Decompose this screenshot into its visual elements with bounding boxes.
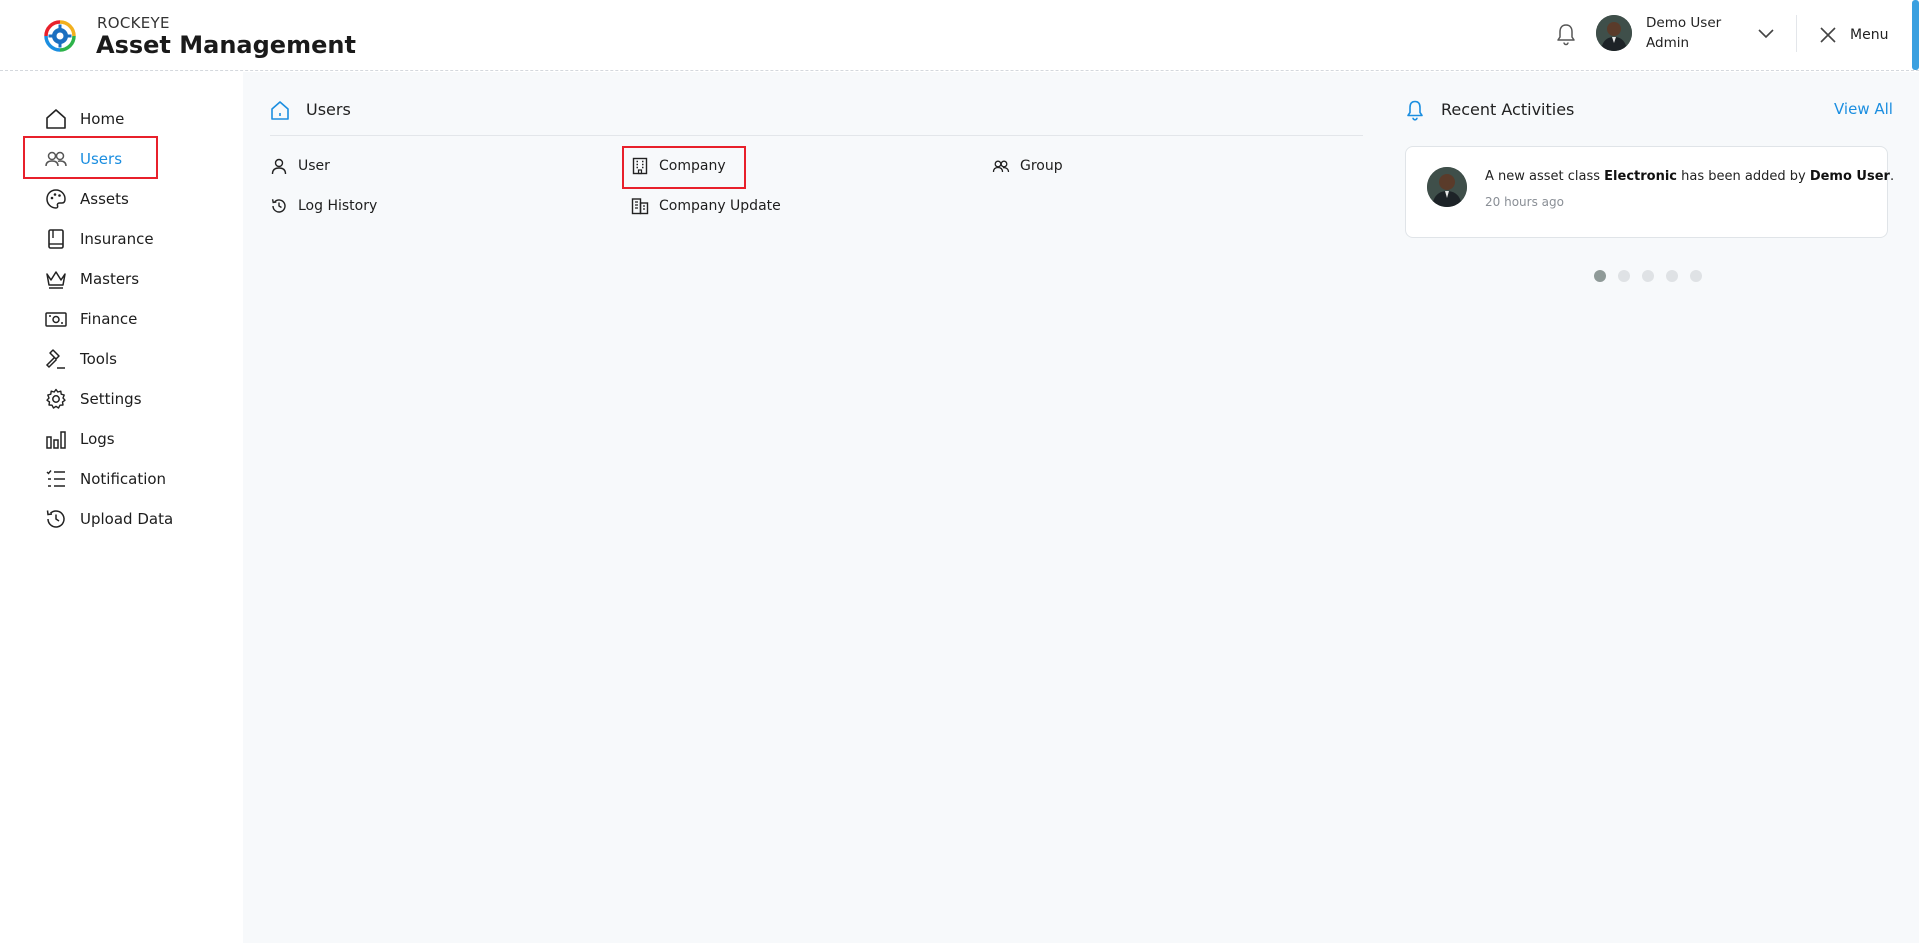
user-avatar[interactable] <box>1596 15 1632 51</box>
checklist-icon <box>46 470 65 487</box>
sidebar-item-upload-data[interactable]: Upload Data <box>44 504 244 534</box>
user-name: Demo User <box>1646 15 1722 31</box>
app-title: Asset Management <box>96 31 356 59</box>
sidebar-item-masters[interactable]: Masters <box>44 264 244 294</box>
sidebar-item-label: Masters <box>80 270 140 288</box>
sidebar-item-assets[interactable]: Assets <box>44 184 244 214</box>
menu-button[interactable]: Menu <box>1850 27 1888 43</box>
sidebar-item-tools[interactable]: Tools <box>44 344 244 374</box>
activity-card[interactable]: A new asset class Electronic has been ad… <box>1405 146 1894 238</box>
activity-avatar <box>1427 167 1467 207</box>
sidebar-item-label: Users <box>80 150 123 168</box>
activity-text: A new asset class Electronic has been ad… <box>1485 169 1895 184</box>
history-icon <box>46 510 65 528</box>
carousel-dot[interactable] <box>1690 270 1702 282</box>
carousel-dot[interactable] <box>1594 270 1606 282</box>
sidebar-item-notification[interactable]: Notification <box>44 464 244 494</box>
submenu-label: Log History <box>298 198 378 214</box>
home-icon <box>46 109 66 129</box>
sidebar-item-label: Logs <box>80 430 115 448</box>
sidebar-item-label: Settings <box>80 390 142 408</box>
sidebar-item-settings[interactable]: Settings <box>44 384 244 414</box>
carousel-dot[interactable] <box>1618 270 1630 282</box>
sidebar-item-label: Notification <box>80 470 167 488</box>
submenu-label: User <box>298 158 330 174</box>
submenu-user[interactable]: User <box>270 155 330 177</box>
recent-activities-title: Recent Activities <box>1441 100 1575 119</box>
gear-icon <box>46 388 66 409</box>
user-role: Admin <box>1646 35 1690 51</box>
submenu-company[interactable]: Company <box>631 155 726 177</box>
sidebar-item-users[interactable]: Users <box>44 144 244 174</box>
sidebar-item-label: Assets <box>80 190 129 208</box>
section-divider <box>270 135 1363 136</box>
submenu-label: Company Update <box>659 198 781 214</box>
activity-timestamp: 20 hours ago <box>1485 195 1564 209</box>
sidebar-item-label: Insurance <box>80 230 154 248</box>
bar-chart-icon <box>46 431 66 449</box>
close-icon[interactable] <box>1820 27 1836 43</box>
palette-icon <box>46 189 66 209</box>
submenu-label: Group <box>1020 158 1063 174</box>
users-icon <box>45 151 67 167</box>
sidebar-item-label: Upload Data <box>80 510 174 528</box>
buildings-icon <box>631 198 649 215</box>
scrollbar-thumb[interactable] <box>1912 0 1919 70</box>
notification-bell-icon[interactable] <box>1555 22 1577 46</box>
sidebar-item-label: Tools <box>80 350 117 368</box>
book-icon <box>48 229 64 249</box>
view-all-link[interactable]: View All <box>1834 100 1893 118</box>
sidebar-item-home[interactable]: Home <box>44 104 244 134</box>
carousel-pagination <box>1594 270 1702 282</box>
submenu-label: Company <box>659 158 726 174</box>
building-icon <box>632 157 648 175</box>
sidebar-item-label: Home <box>80 110 125 128</box>
actor-name: Demo User <box>1809 169 1890 184</box>
submenu-group[interactable]: Group <box>992 155 1063 177</box>
gavel-icon <box>45 349 65 369</box>
asset-class-name: Electronic <box>1604 169 1678 184</box>
money-icon <box>45 312 67 327</box>
sidebar-item-logs[interactable]: Logs <box>44 424 244 454</box>
group-icon <box>992 160 1010 173</box>
home-icon <box>271 101 289 120</box>
carousel-dot[interactable] <box>1642 270 1654 282</box>
section-title: Users <box>306 100 351 119</box>
crown-icon <box>46 271 66 289</box>
activity-bell-icon <box>1407 100 1423 121</box>
header-divider <box>1796 15 1797 52</box>
sidebar-item-label: Finance <box>80 310 138 328</box>
submenu-log-history[interactable]: Log History <box>270 195 377 217</box>
logo-icon <box>44 20 76 52</box>
brand-tagline: ROCKEYE <box>97 14 170 32</box>
user-icon <box>271 158 287 175</box>
sidebar-item-insurance[interactable]: Insurance <box>44 224 244 254</box>
history-icon <box>271 199 286 213</box>
carousel-dot[interactable] <box>1666 270 1678 282</box>
submenu-company-update[interactable]: Company Update <box>631 195 781 217</box>
chevron-down-icon[interactable] <box>1758 27 1774 39</box>
top-header: ROCKEYE Asset Management Demo User Admin… <box>0 0 1919 71</box>
sidebar-item-finance[interactable]: Finance <box>44 304 244 334</box>
